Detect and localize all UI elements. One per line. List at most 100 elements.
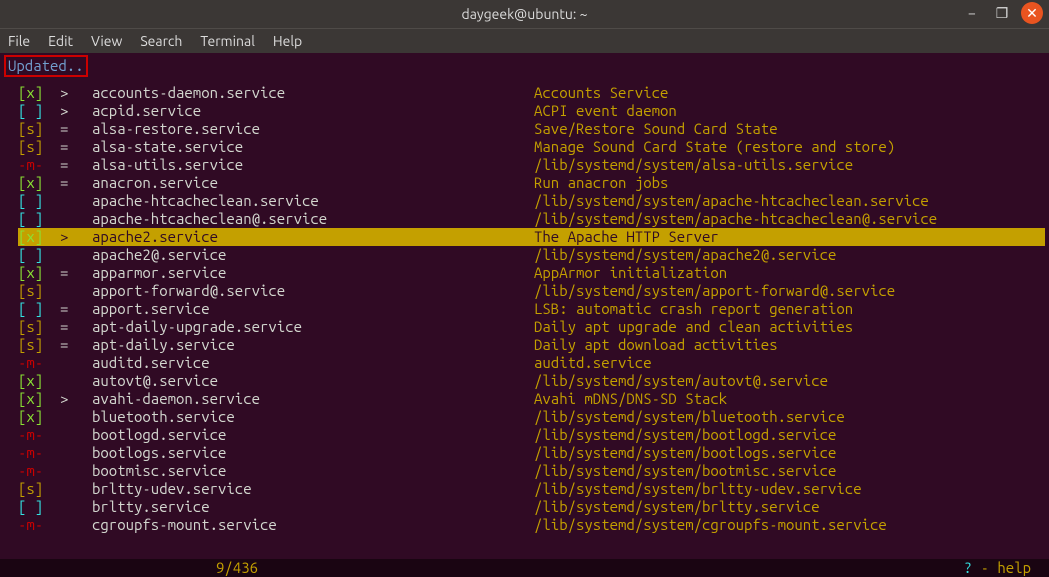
service-description: /lib/systemd/system/apache2@.service	[534, 246, 836, 264]
service-status-flag: [x]	[18, 408, 60, 426]
service-row[interactable]: [s]=apt-daily-upgrade.serviceDaily apt u…	[18, 318, 1045, 336]
service-list: [x]>accounts-daemon.serviceAccounts Serv…	[4, 78, 1045, 534]
service-status-flag: -m-	[18, 444, 60, 462]
service-status-flag: [x]	[18, 84, 60, 102]
service-row[interactable]: [x]=anacron.serviceRun anacron jobs	[18, 174, 1045, 192]
service-name: apache-htcacheclean@.service	[92, 210, 534, 228]
service-name: apport-forward@.service	[92, 282, 534, 300]
service-running-mark	[60, 192, 92, 210]
close-button[interactable]: ✕	[1021, 2, 1043, 24]
service-row[interactable]: [ ]brltty.service/lib/systemd/system/brl…	[18, 498, 1045, 516]
service-description: Manage Sound Card State (restore and sto…	[534, 138, 895, 156]
service-row[interactable]: [x]bluetooth.service/lib/systemd/system/…	[18, 408, 1045, 426]
service-row[interactable]: [x]>accounts-daemon.serviceAccounts Serv…	[18, 84, 1045, 102]
status-updated: Updated..	[4, 55, 88, 77]
window-title: daygeek@ubuntu: ~	[462, 5, 588, 23]
service-row[interactable]: [ ]=apport.serviceLSB: automatic crash r…	[18, 300, 1045, 318]
service-name: apache2@.service	[92, 246, 534, 264]
service-name: bootlogd.service	[92, 426, 534, 444]
window-controls: − ❐ ✕	[961, 2, 1043, 24]
service-name: accounts-daemon.service	[92, 84, 534, 102]
service-name: apparmor.service	[92, 264, 534, 282]
service-name: alsa-utils.service	[92, 156, 534, 174]
service-row[interactable]: [s]=alsa-state.serviceManage Sound Card …	[18, 138, 1045, 156]
service-row[interactable]: [ ]apache-htcacheclean@.service/lib/syst…	[18, 210, 1045, 228]
help-sep: -	[972, 559, 997, 576]
service-description: /lib/systemd/system/brltty-udev.service	[534, 480, 862, 498]
service-name: cgroupfs-mount.service	[92, 516, 534, 534]
service-row[interactable]: [x]=apparmor.serviceAppArmor initializat…	[18, 264, 1045, 282]
service-row[interactable]: [ ]apache-htcacheclean.service/lib/syste…	[18, 192, 1045, 210]
menu-file[interactable]: File	[8, 32, 30, 50]
service-running-mark	[60, 408, 92, 426]
terminal-area[interactable]: Updated.. [x]>accounts-daemon.serviceAcc…	[0, 53, 1049, 534]
service-status-flag: [ ]	[18, 210, 60, 228]
service-running-mark	[60, 246, 92, 264]
service-row[interactable]: [s]brltty-udev.service/lib/systemd/syste…	[18, 480, 1045, 498]
service-description: /lib/systemd/system/bootlogs.service	[534, 444, 836, 462]
service-row[interactable]: [s]=alsa-restore.serviceSave/Restore Sou…	[18, 120, 1045, 138]
menu-help[interactable]: Help	[273, 32, 302, 50]
menu-edit[interactable]: Edit	[48, 32, 73, 50]
service-name: bluetooth.service	[92, 408, 534, 426]
service-row[interactable]: -m-auditd.serviceauditd.service	[18, 354, 1045, 372]
service-running-mark	[60, 480, 92, 498]
service-name: apt-daily.service	[92, 336, 534, 354]
service-description: Avahi mDNS/DNS-SD Stack	[534, 390, 727, 408]
maximize-button[interactable]: ❐	[991, 2, 1013, 24]
window-titlebar: daygeek@ubuntu: ~ − ❐ ✕	[0, 0, 1049, 28]
service-row[interactable]: [s]=apt-daily.serviceDaily apt download …	[18, 336, 1045, 354]
service-row[interactable]: [x]autovt@.service/lib/systemd/system/au…	[18, 372, 1045, 390]
menu-search[interactable]: Search	[140, 32, 182, 50]
service-name: auditd.service	[92, 354, 534, 372]
service-status-flag: [ ]	[18, 192, 60, 210]
service-description: /lib/systemd/system/bootmisc.service	[534, 462, 836, 480]
service-status-flag: -m-	[18, 516, 60, 534]
service-row[interactable]: -m-=alsa-utils.service/lib/systemd/syste…	[18, 156, 1045, 174]
service-row[interactable]: [x]>apache2.serviceThe Apache HTTP Serve…	[18, 228, 1045, 246]
service-status-flag: [s]	[18, 336, 60, 354]
service-row[interactable]: -m-cgroupfs-mount.service/lib/systemd/sy…	[18, 516, 1045, 534]
service-row[interactable]: [s]apport-forward@.service/lib/systemd/s…	[18, 282, 1045, 300]
service-row[interactable]: [x]>avahi-daemon.serviceAvahi mDNS/DNS-S…	[18, 390, 1045, 408]
service-name: apache-htcacheclean.service	[92, 192, 534, 210]
service-row[interactable]: -m-bootlogs.service/lib/systemd/system/b…	[18, 444, 1045, 462]
position-indicator: 9/436	[216, 559, 258, 577]
service-running-mark	[60, 516, 92, 534]
help-hint: ? - help	[964, 559, 1031, 577]
service-status-flag: [ ]	[18, 300, 60, 318]
menu-view[interactable]: View	[91, 32, 122, 50]
service-running-mark: =	[60, 336, 92, 354]
service-description: The Apache HTTP Server	[534, 228, 719, 246]
service-running-mark: =	[60, 264, 92, 282]
service-running-mark	[60, 462, 92, 480]
service-row[interactable]: [ ]>acpid.serviceACPI event daemon	[18, 102, 1045, 120]
service-row[interactable]: -m-bootlogd.service/lib/systemd/system/b…	[18, 426, 1045, 444]
service-description: Daily apt upgrade and clean activities	[534, 318, 853, 336]
service-status-flag: [s]	[18, 120, 60, 138]
maximize-icon: ❐	[996, 4, 1009, 22]
service-running-mark: >	[60, 390, 92, 408]
service-name: bootmisc.service	[92, 462, 534, 480]
minimize-button[interactable]: −	[961, 2, 983, 24]
service-description: /lib/systemd/system/autovt@.service	[534, 372, 828, 390]
service-name: apport.service	[92, 300, 534, 318]
service-running-mark: =	[60, 318, 92, 336]
service-description: Accounts Service	[534, 84, 668, 102]
service-name: acpid.service	[92, 102, 534, 120]
service-name: apt-daily-upgrade.service	[92, 318, 534, 336]
service-description: ACPI event daemon	[534, 102, 677, 120]
service-status-flag: [s]	[18, 480, 60, 498]
service-name: brltty.service	[92, 498, 534, 516]
service-running-mark	[60, 426, 92, 444]
service-running-mark	[60, 372, 92, 390]
service-description: /lib/systemd/system/cgroupfs-mount.servi…	[534, 516, 887, 534]
service-description: Daily apt download activities	[534, 336, 778, 354]
service-name: alsa-state.service	[92, 138, 534, 156]
service-row[interactable]: -m-bootmisc.service/lib/systemd/system/b…	[18, 462, 1045, 480]
service-running-mark: >	[60, 84, 92, 102]
service-status-flag: [x]	[18, 372, 60, 390]
service-row[interactable]: [ ]apache2@.service/lib/systemd/system/a…	[18, 246, 1045, 264]
menu-terminal[interactable]: Terminal	[200, 32, 255, 50]
service-name: anacron.service	[92, 174, 534, 192]
